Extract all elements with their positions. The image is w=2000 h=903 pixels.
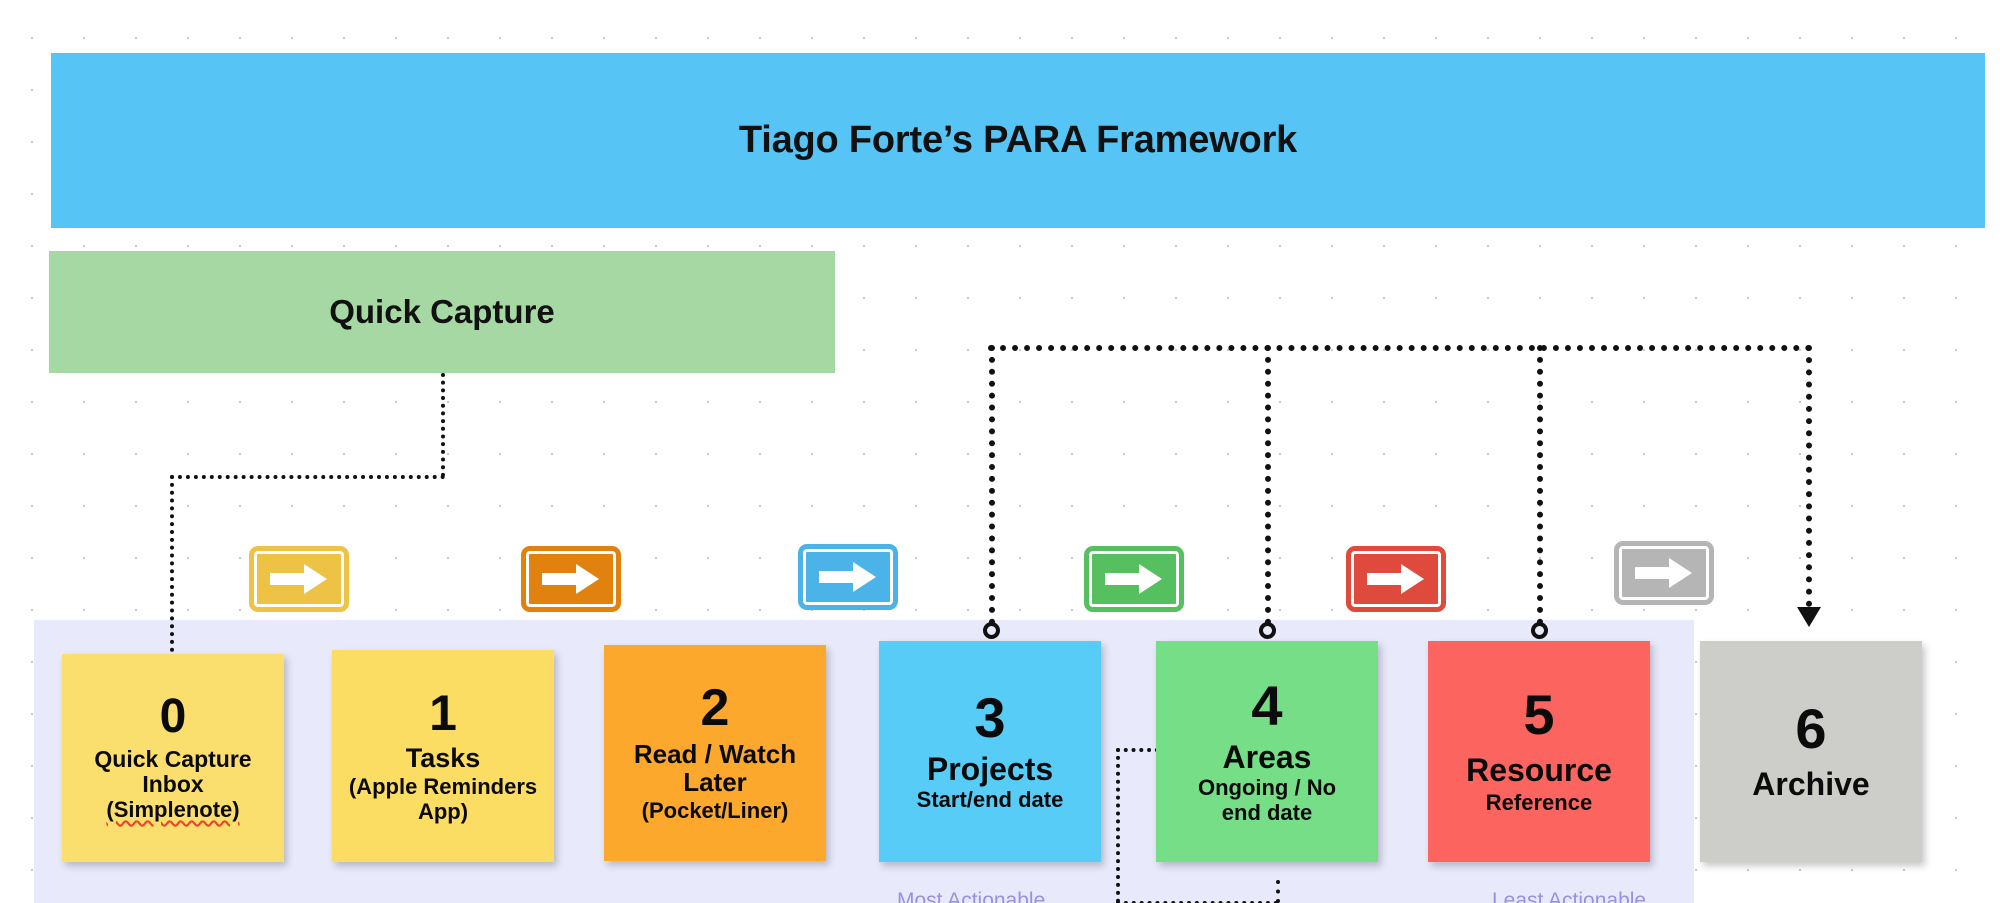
page-title: Tiago Forte’s PARA Framework bbox=[738, 119, 1298, 161]
arrow-sign-red bbox=[1346, 546, 1446, 612]
card-3-number: 3 bbox=[974, 685, 1006, 749]
card-4[interactable]: 4 Areas Ongoing / No end date bbox=[1156, 641, 1378, 862]
quick-capture-banner: Quick Capture bbox=[49, 251, 835, 373]
connector-projects-areas-vert bbox=[1116, 748, 1120, 903]
arrow-sign-blue bbox=[798, 544, 898, 610]
connector-endpoint-resource bbox=[1531, 622, 1548, 639]
card-1-title: Tasks bbox=[405, 742, 481, 773]
card-5-number: 5 bbox=[1523, 682, 1555, 746]
arrow-sign-yellow bbox=[249, 546, 349, 612]
connector-quickcapture-vert-down bbox=[170, 475, 174, 652]
connector-quickcapture-horiz bbox=[170, 475, 445, 479]
card-1[interactable]: 1 Tasks (Apple Reminders App) bbox=[332, 650, 554, 862]
arrow-sign-green bbox=[1084, 546, 1184, 612]
card-4-subtitle: Ongoing / No end date bbox=[1197, 775, 1337, 825]
arrow-sign-gray-inner bbox=[1619, 546, 1709, 600]
card-0-number: 0 bbox=[159, 690, 187, 744]
connector-arrowhead-archive bbox=[1797, 607, 1821, 627]
arrow-sign-gray bbox=[1614, 541, 1714, 605]
diagram-canvas: Tiago Forte’s PARA Framework Quick Captu… bbox=[0, 0, 2000, 903]
card-2[interactable]: 2 Read / Watch Later (Pocket/Liner) bbox=[604, 645, 826, 861]
card-2-number: 2 bbox=[700, 679, 730, 738]
card-1-subtitle: (Apple Reminders App) bbox=[348, 773, 538, 824]
card-4-title: Areas bbox=[1222, 738, 1312, 775]
connector-quickcapture-vert-top bbox=[441, 373, 445, 477]
quick-capture-label: Quick Capture bbox=[329, 293, 555, 330]
card-3[interactable]: 3 Projects Start/end date bbox=[879, 641, 1101, 862]
card-2-title: Read / Watch Later bbox=[633, 739, 797, 798]
arrow-sign-orange-inner bbox=[526, 551, 616, 607]
arrow-sign-red-inner bbox=[1351, 551, 1441, 607]
connector-bus-horiz bbox=[988, 345, 1812, 351]
connector-bus-drop-archive bbox=[1806, 345, 1812, 607]
title-banner: Tiago Forte’s PARA Framework bbox=[51, 53, 1985, 228]
connector-bus-drop-projects bbox=[989, 345, 995, 625]
arrow-sign-yellow-inner bbox=[254, 551, 344, 607]
arrow-sign-green-inner bbox=[1089, 551, 1179, 607]
label-most-actionable: Most Actionable. bbox=[897, 889, 1052, 903]
card-5[interactable]: 5 Resource Reference bbox=[1428, 641, 1650, 862]
card-6-number: 6 bbox=[1795, 697, 1827, 761]
card-4-number: 4 bbox=[1251, 673, 1283, 737]
connector-endpoint-areas bbox=[1259, 622, 1276, 639]
card-5-title: Resource bbox=[1466, 751, 1612, 788]
card-6[interactable]: 6 Archive bbox=[1700, 641, 1922, 862]
card-0-title: Quick Capture Inbox bbox=[94, 746, 252, 798]
arrow-sign-orange bbox=[521, 546, 621, 612]
card-2-subtitle: (Pocket/Liner) bbox=[641, 798, 789, 824]
card-6-title: Archive bbox=[1752, 766, 1870, 803]
connector-endpoint-projects bbox=[983, 622, 1000, 639]
card-5-subtitle: Reference bbox=[1485, 790, 1593, 816]
card-3-subtitle: Start/end date bbox=[916, 787, 1064, 813]
label-least-actionable: Least Actionable bbox=[1492, 889, 1647, 903]
connector-areas-bottom-vert bbox=[1276, 880, 1280, 903]
arrow-sign-blue-inner bbox=[803, 549, 893, 605]
card-0[interactable]: 0 Quick Capture Inbox (Simplenote) bbox=[62, 654, 284, 862]
card-3-title: Projects bbox=[926, 750, 1054, 787]
card-1-number: 1 bbox=[429, 684, 457, 741]
connector-bus-drop-resource bbox=[1537, 345, 1543, 625]
card-0-subtitle: (Simplenote) bbox=[106, 797, 240, 823]
connector-bus-drop-areas bbox=[1265, 345, 1271, 625]
